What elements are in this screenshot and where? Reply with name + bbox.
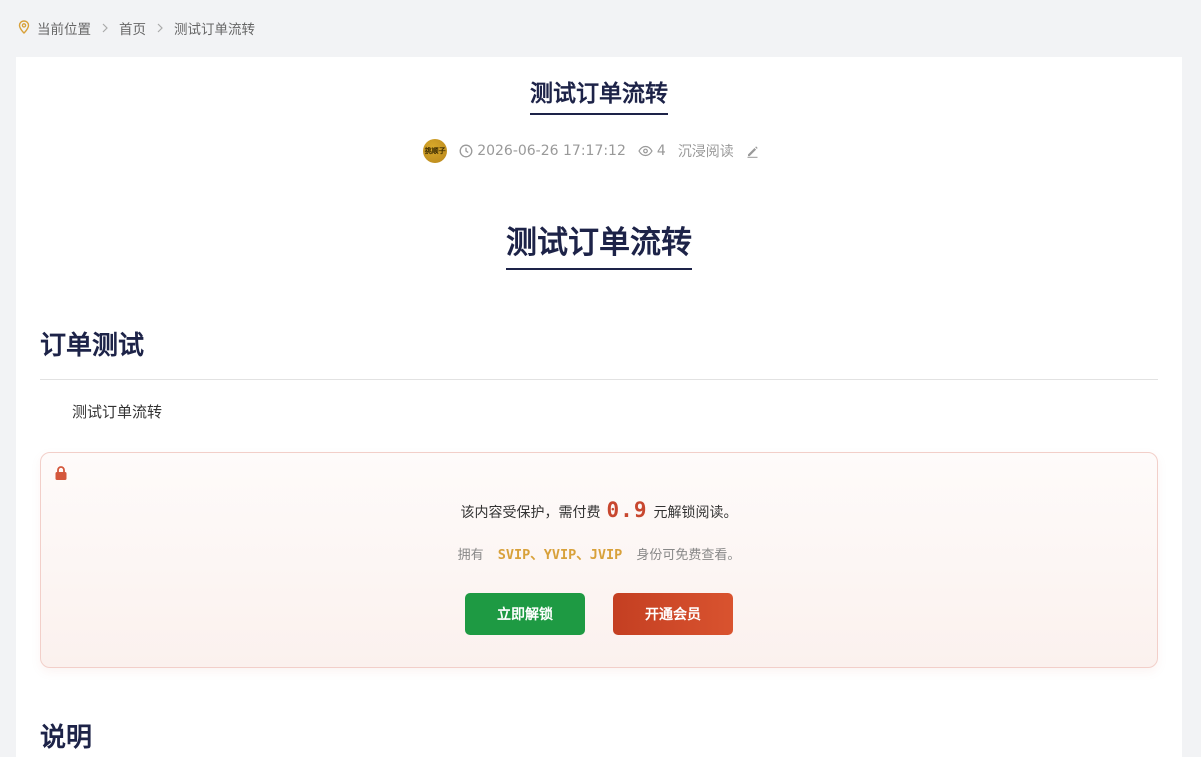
content-paragraph: 测试订单流转 xyxy=(72,403,163,421)
post-views: 4 xyxy=(638,143,666,159)
chevron-right-icon xyxy=(101,23,109,33)
vip-message: 拥有 SVIP、YVIP、JVIP 身份可免费查看。 xyxy=(41,543,1157,563)
post-meta: 挑顺子 2026-06-26 17:17:12 4 沉浸阅读 xyxy=(16,139,1182,163)
post-views-count: 4 xyxy=(656,143,666,159)
vip-levels: SVIP、YVIP、JVIP xyxy=(497,547,623,563)
breadcrumb-location-label: 当前位置 xyxy=(37,22,91,38)
location-pin-icon xyxy=(18,20,32,36)
edit-icon[interactable] xyxy=(746,145,763,158)
section-heading-order-test: 订单测试 xyxy=(40,331,145,361)
unlock-now-button[interactable]: 立即解锁 xyxy=(465,593,585,635)
avatar-text: 挑顺子 xyxy=(424,147,446,155)
vip-message-prefix: 拥有 xyxy=(457,548,484,563)
open-membership-button[interactable]: 开通会员 xyxy=(613,593,733,635)
lock-icon xyxy=(55,466,67,480)
paywall-message-prefix: 该内容受保护，需付费 xyxy=(460,505,601,521)
paywall-message-suffix: 元解锁阅读。 xyxy=(653,505,738,521)
chevron-right-icon xyxy=(156,23,164,33)
paywall-box: 该内容受保护，需付费 0.9 元解锁阅读。 拥有 SVIP、YVIP、JVIP … xyxy=(40,452,1158,668)
divider xyxy=(40,379,1158,380)
immersive-read-link[interactable]: 沉浸阅读 xyxy=(678,141,734,161)
paywall-price: 0.9 xyxy=(606,498,648,522)
paywall-message: 该内容受保护，需付费 0.9 元解锁阅读。 xyxy=(41,498,1157,522)
content-title: 测试订单流转 xyxy=(16,223,1182,270)
post-datetime-text: 2026-06-26 17:17:12 xyxy=(477,143,626,159)
vip-message-suffix: 身份可免费查看。 xyxy=(636,548,741,563)
eye-icon xyxy=(638,145,653,157)
article-card: 测试订单流转 挑顺子 2026-06-26 17:17:12 4 沉浸阅读 测试… xyxy=(16,57,1182,757)
content-title-text: 测试订单流转 xyxy=(506,223,692,270)
breadcrumb-current: 测试订单流转 xyxy=(174,22,255,38)
post-title-text: 测试订单流转 xyxy=(530,79,668,115)
breadcrumb: 当前位置 首页 测试订单流转 xyxy=(18,18,255,38)
clock-icon xyxy=(459,144,473,158)
avatar[interactable]: 挑顺子 xyxy=(423,139,448,163)
section-heading-description: 说明 xyxy=(40,723,93,753)
post-datetime: 2026-06-26 17:17:12 xyxy=(459,143,626,159)
breadcrumb-home-link[interactable]: 首页 xyxy=(119,18,146,38)
post-title: 测试订单流转 xyxy=(16,79,1182,115)
